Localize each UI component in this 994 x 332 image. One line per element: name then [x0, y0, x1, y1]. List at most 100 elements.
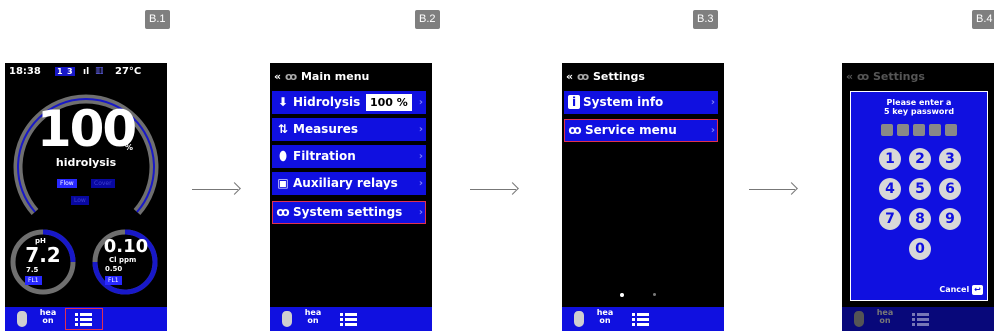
bottom-bar: hea on	[270, 307, 432, 331]
password-dot	[897, 124, 909, 136]
on-line: on	[599, 316, 611, 325]
menu-item-label: Auxiliary relays	[293, 176, 398, 190]
key-7[interactable]: 7	[879, 208, 901, 230]
settings-titlebar: « ꝏ Settings	[562, 68, 724, 86]
hea-on-label[interactable]: hea on	[39, 309, 57, 325]
hea-on-label: hea on	[876, 309, 894, 325]
settings-icon: ꝏ	[568, 123, 582, 137]
settings-gear-icon: ꝏ	[856, 70, 870, 83]
water-drop-icon[interactable]	[17, 311, 27, 327]
water-drop-icon[interactable]	[282, 311, 292, 327]
cover-indicator: Cover	[91, 179, 115, 188]
key-0[interactable]: 0	[909, 238, 931, 260]
cancel-label: Cancel	[939, 285, 970, 294]
cl-value: 0.10	[103, 236, 149, 257]
bottom-bar: hea on	[842, 307, 994, 331]
chevron-right-icon: ›	[418, 207, 423, 218]
cl-fl-indicator: FL1	[105, 276, 122, 285]
main-label: hidrolysis	[55, 156, 117, 169]
back-icon[interactable]: «	[562, 70, 573, 83]
low-indicator: Low	[71, 196, 89, 205]
flow-indicator: Flow	[57, 179, 77, 188]
settings-titlebar: « ꝏ Settings	[842, 68, 994, 86]
password-dot	[913, 124, 925, 136]
main-unit: %	[125, 143, 134, 152]
menu-list-icon[interactable]	[632, 312, 650, 326]
chevron-right-icon: ›	[418, 124, 423, 135]
chevron-right-icon: ›	[710, 97, 715, 108]
arrows-icon: ⇅	[277, 122, 289, 136]
key-1[interactable]: 1	[879, 148, 901, 170]
menu-item-system-info[interactable]: i System info ›	[564, 91, 718, 114]
chevron-right-icon: ›	[710, 125, 715, 136]
relay-icon: ▣	[277, 176, 289, 190]
menu-item-label: Service menu	[585, 123, 677, 137]
bottom-bar: hea on	[5, 307, 167, 331]
menu-item-system-settings[interactable]: ꝏ System settings ›	[272, 201, 426, 224]
menu-item-label: Measures	[293, 122, 359, 136]
key-2[interactable]: 2	[909, 148, 931, 170]
chevron-right-icon: ›	[418, 151, 423, 162]
password-dot	[929, 124, 941, 136]
on-line: on	[307, 316, 319, 325]
home-screen: 18:38 1 3 ıl ▥ 27°C 100 % hidrolysis Flo…	[5, 63, 167, 331]
password-dot	[945, 124, 957, 136]
filter-icon: ⬮	[279, 149, 287, 163]
on-line: on	[879, 316, 891, 325]
page-title: Main menu	[300, 70, 370, 83]
cl-setpoint: 0.50	[105, 265, 123, 273]
temperature: 27°C	[115, 66, 142, 77]
settings-screen: « ꝏ Settings i System info › ꝏ Service men…	[562, 63, 724, 331]
menu-item-label: System info	[583, 95, 664, 109]
hea-on-label[interactable]: hea on	[596, 309, 614, 325]
menu-list-icon[interactable]	[65, 308, 103, 330]
page-title: Settings	[592, 70, 645, 83]
step-label-b2: B.2	[415, 10, 440, 29]
menu-item-label: Filtration	[293, 149, 356, 163]
settings-icon: ꝏ	[276, 205, 290, 219]
water-drop-icon	[854, 311, 864, 327]
badge: 3	[65, 67, 75, 76]
password-dot	[881, 124, 893, 136]
menu-item-hidrolysis[interactable]: ⬇ Hidrolysis 100 % ›	[272, 91, 426, 114]
back-icon[interactable]: «	[270, 70, 281, 83]
menu-item-auxiliary-relays[interactable]: ▣ Auxiliary relays ›	[272, 172, 426, 195]
main-menu-screen: « ꝏ Main menu ⬇ Hidrolysis 100 % › ⇅ Measu…	[270, 63, 432, 331]
badge: 1	[55, 67, 65, 76]
key-3[interactable]: 3	[939, 148, 961, 170]
key-6[interactable]: 6	[939, 178, 961, 200]
menu-list-icon	[912, 312, 930, 326]
chevron-right-icon: ›	[418, 97, 423, 108]
menu-item-label: Hidrolysis	[293, 95, 361, 109]
password-dialog: Please enter a 5 key password 1 2 3 4 5 …	[850, 91, 988, 301]
heater-icon: ▥	[95, 66, 104, 76]
ph-fl-indicator: FL1	[25, 276, 42, 285]
password-screen: « ꝏ Settings Please enter a 5 key passwo…	[842, 63, 994, 331]
cl-unit: Cl ppm	[109, 256, 137, 264]
page-indicator	[653, 293, 656, 296]
menu-item-measures[interactable]: ⇅ Measures ›	[272, 118, 426, 141]
hea-on-label[interactable]: hea on	[304, 309, 322, 325]
key-8[interactable]: 8	[909, 208, 931, 230]
page-title: Settings	[872, 70, 925, 83]
ph-setpoint: 7.5	[26, 266, 39, 274]
step-label-b4: B.4	[972, 10, 994, 29]
return-icon: ↩	[972, 285, 983, 295]
arrow-icon	[749, 189, 795, 190]
prompt-line: Please enter a	[886, 98, 952, 107]
main-value: 100	[36, 100, 137, 158]
menu-item-service-menu[interactable]: ꝏ Service menu ›	[564, 119, 718, 142]
water-drop-icon[interactable]	[574, 311, 584, 327]
key-5[interactable]: 5	[909, 178, 931, 200]
key-4[interactable]: 4	[879, 178, 901, 200]
signal-icon: ıl	[83, 67, 90, 77]
ph-value: 7.2	[25, 243, 61, 267]
settings-gear-icon: ꝏ	[284, 70, 298, 83]
menu-list-icon[interactable]	[340, 312, 358, 326]
key-9[interactable]: 9	[939, 208, 961, 230]
back-icon: «	[846, 70, 854, 83]
step-label-b3: B.3	[693, 10, 718, 29]
cancel-button[interactable]: Cancel ↩	[939, 284, 983, 296]
on-line: on	[42, 316, 54, 325]
menu-item-filtration[interactable]: ⬮ Filtration ›	[272, 145, 426, 168]
